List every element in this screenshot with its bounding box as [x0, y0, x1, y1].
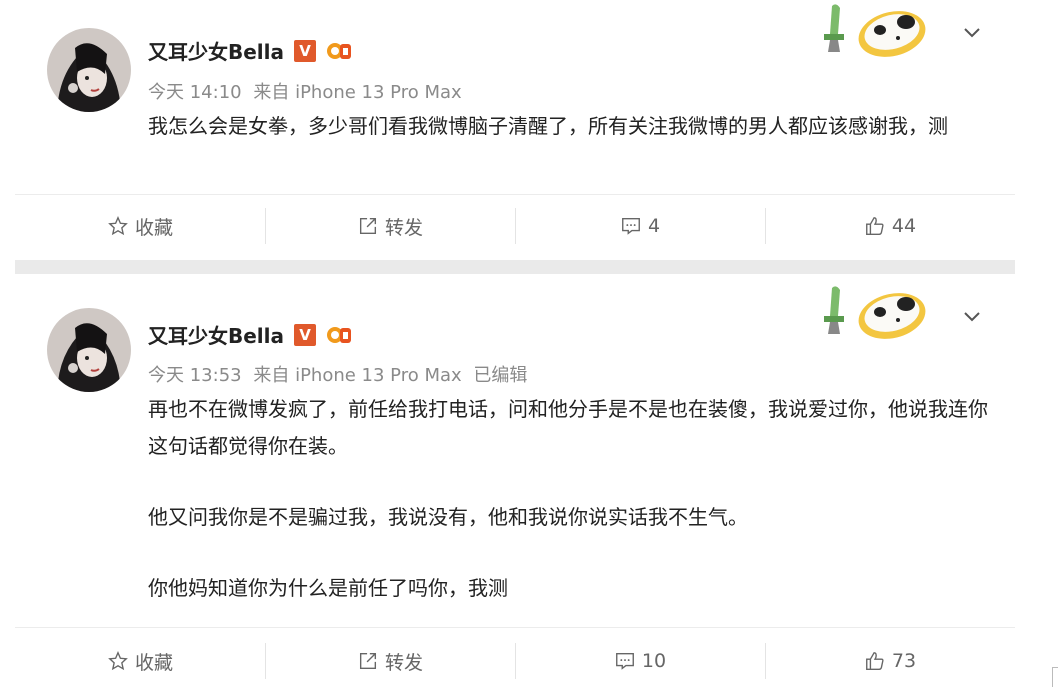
repost-label: 转发: [384, 651, 423, 674]
post-content: 我怎么会是女拳，多少哥们看我微博脑子清醒了，所有关注我微博的男人都应该感谢我，测: [148, 108, 998, 145]
chevron-down-icon[interactable]: [960, 304, 984, 328]
favorite-label: 收藏: [134, 216, 173, 239]
like-button[interactable]: 73: [765, 635, 1015, 687]
share-icon: [359, 652, 377, 670]
comment-count: 4: [647, 215, 661, 237]
action-bar: 收藏 转发 4 44: [15, 200, 1015, 252]
avatar[interactable]: [47, 308, 131, 392]
post-paragraph: 他又问我你是不是骗过我，我说没有，他和我说你说实话我不生气。: [148, 505, 748, 529]
username[interactable]: 又耳少女Bella: [148, 36, 284, 65]
star-icon: [108, 651, 128, 671]
post-time[interactable]: 今天 14:10: [148, 82, 242, 103]
comment-icon: [622, 217, 640, 235]
vip-badge-icon[interactable]: V: [294, 323, 317, 346]
post-time[interactable]: 今天 13:53: [148, 365, 242, 386]
divider: [15, 194, 1015, 195]
post-paragraph: 你他妈知道你为什么是前任了吗你，我测: [148, 576, 508, 600]
thumbs-up-icon: [865, 217, 884, 235]
feed-separator: [15, 260, 1015, 274]
sticker-icon: [810, 0, 930, 60]
comment-icon: [615, 652, 634, 670]
edited-label: 已编辑: [473, 365, 528, 386]
fan-badge-icon[interactable]: [326, 324, 352, 346]
repost-button[interactable]: 转发: [265, 200, 515, 252]
post-source: 来自 iPhone 13 Pro Max: [253, 82, 462, 103]
repost-label: 转发: [384, 216, 423, 239]
username[interactable]: 又耳少女Bella: [148, 320, 284, 349]
repost-button[interactable]: 转发: [265, 635, 515, 687]
post-paragraph: 我怎么会是女拳，多少哥们看我微博脑子清醒了，所有关注我微博的男人都应该感谢我，测: [148, 114, 948, 138]
vip-badge-icon[interactable]: V: [294, 39, 317, 62]
action-bar: 收藏 转发 10 73: [15, 635, 1015, 687]
star-icon: [108, 216, 128, 236]
avatar[interactable]: [47, 28, 131, 112]
like-count: 44: [891, 215, 917, 237]
comment-button[interactable]: 10: [515, 635, 765, 687]
divider: [15, 627, 1015, 628]
post-content: 再也不在微博发疯了，前任给我打电话，问和他分手是不是也在装傻，我说爱过你，他说我…: [148, 391, 998, 607]
sticker-icon: [810, 282, 930, 342]
post-meta: 今天 13:53 来自 iPhone 13 Pro Max 已编辑: [148, 361, 533, 387]
share-icon: [359, 217, 377, 235]
favorite-button[interactable]: 收藏: [15, 635, 265, 687]
like-count: 73: [891, 650, 917, 672]
favorite-label: 收藏: [134, 651, 173, 674]
post-meta: 今天 14:10 来自 iPhone 13 Pro Max: [148, 78, 474, 104]
comment-count: 10: [641, 650, 667, 672]
chevron-down-icon[interactable]: [960, 20, 984, 44]
weibo-post: 又耳少女Bella V 今天 14:10 来自 iPhone 13 Pro Ma…: [15, 0, 1015, 260]
comment-button[interactable]: 4: [515, 200, 765, 252]
scroll-corner: [1052, 667, 1058, 687]
fan-badge-icon[interactable]: [326, 40, 352, 62]
thumbs-up-icon: [865, 652, 884, 670]
weibo-post: 又耳少女Bella V 今天 13:53 来自 iPhone 13 Pro Ma…: [15, 274, 1015, 687]
like-button[interactable]: 44: [765, 200, 1015, 252]
post-source: 来自 iPhone 13 Pro Max: [253, 365, 462, 386]
favorite-button[interactable]: 收藏: [15, 200, 265, 252]
post-paragraph: 再也不在微博发疯了，前任给我打电话，问和他分手是不是也在装傻，我说爱过你，他说我…: [148, 397, 988, 458]
